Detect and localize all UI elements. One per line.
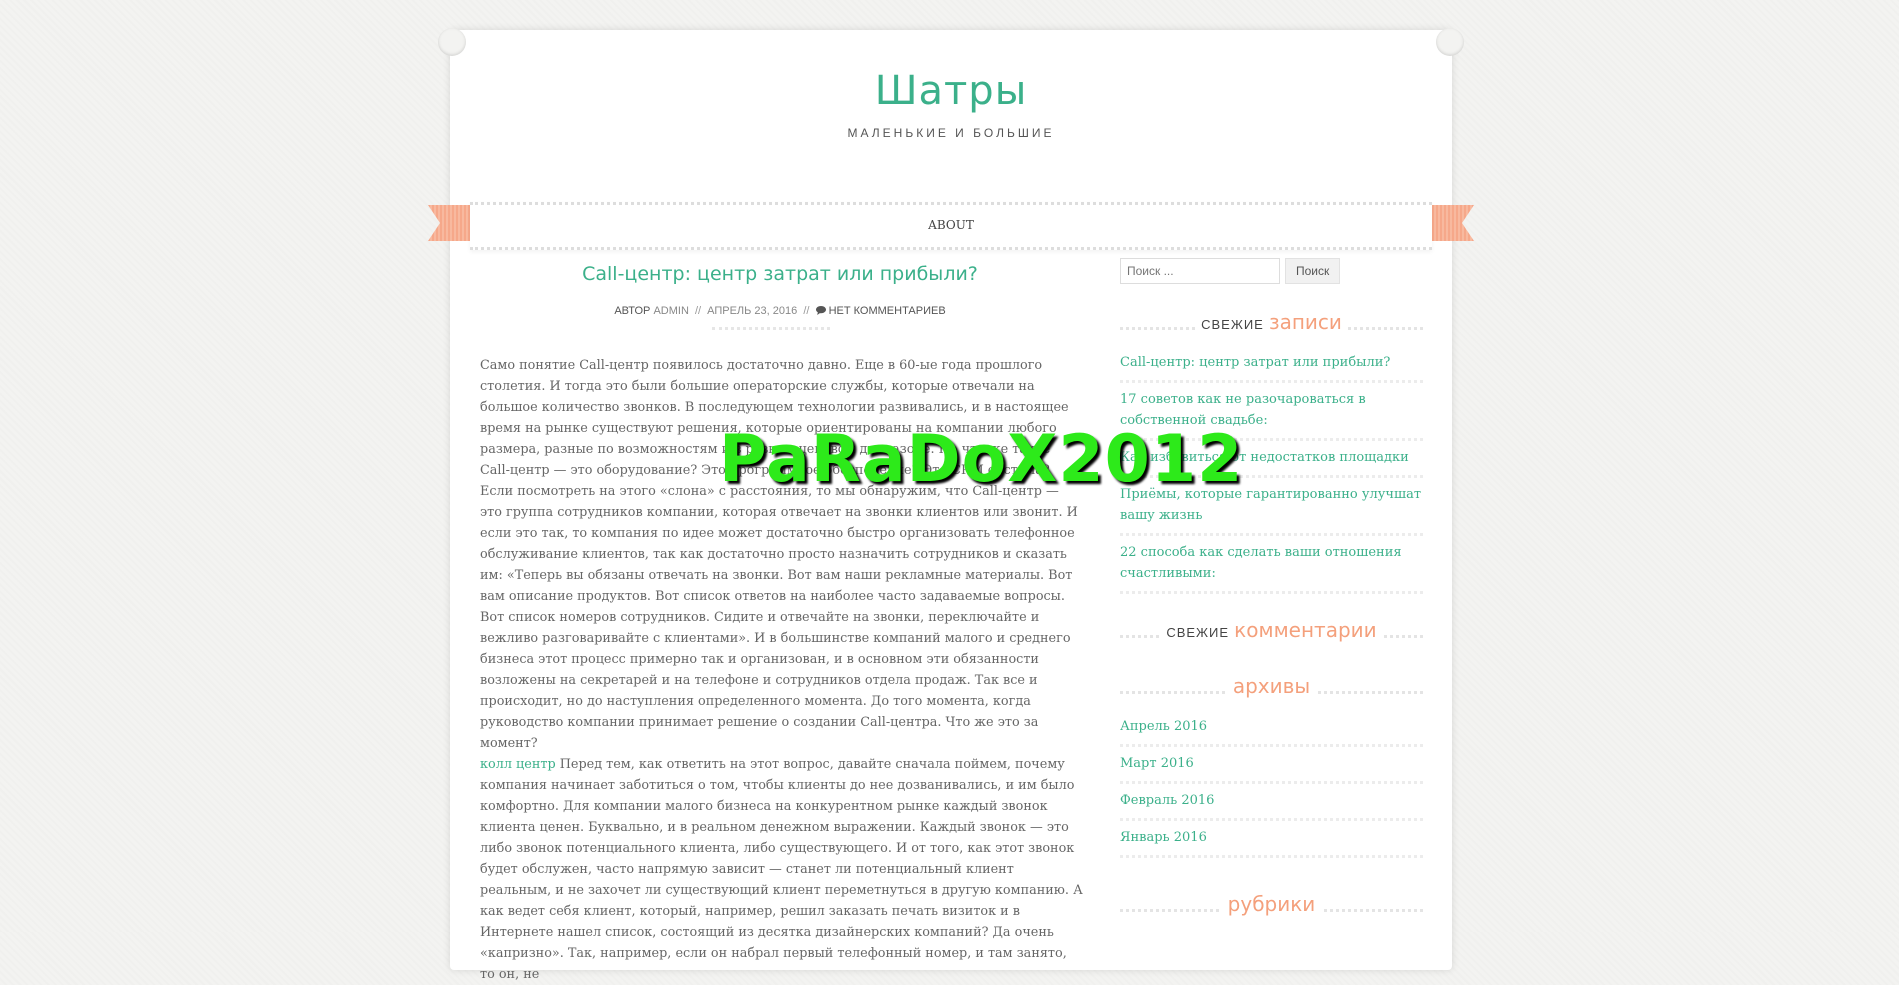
archive-item[interactable]: Февраль 2016 [1120,784,1423,821]
page-corner-left [438,28,466,56]
search-form: Поиск [1120,258,1423,284]
recent-post-item[interactable]: Call-центр: центр затрат или прибыли? [1120,346,1423,383]
post-date-link[interactable]: АПРЕЛЬ 23, 2016 [707,305,797,317]
recent-posts-title: СВЕЖИЕ записи [1120,310,1423,340]
nav-item-about[interactable]: About [470,218,1432,232]
author-prefix: АВТОР [614,305,651,317]
post-paragraph: Само понятие Call-центр появилось достат… [480,358,1078,751]
post-paragraph: колл центр Перед тем, как ответить на эт… [480,754,1084,985]
post-meta: АВТОР ADMIN // АПРЕЛЬ 23, 2016 // НЕТ КО… [480,305,1080,317]
archive-item[interactable]: Апрель 2016 [1120,710,1423,747]
call-center-link[interactable]: колл центр [480,757,556,772]
site-description: МАЛЕНЬКИЕ И БОЛЬШИЕ [847,126,1055,140]
archives-title-wrap: архивы [1226,674,1317,698]
categories-title: рубрики [1120,892,1423,922]
categories-title-big: рубрики [1227,892,1316,916]
recent-comments-title-big: комментарии [1234,618,1377,642]
archives-list: Апрель 2016 Март 2016 Февраль 2016 Январ… [1120,710,1423,858]
page-corner-right [1436,28,1464,56]
search-button[interactable]: Поиск [1285,258,1341,284]
comments-link[interactable]: НЕТ КОММЕНТАРИЕВ [829,305,946,317]
meta-separator: // [694,305,702,317]
archive-item[interactable]: Март 2016 [1120,747,1423,784]
recent-comments-title-small: СВЕЖИЕ [1166,625,1230,640]
main-navigation: About [426,176,1476,250]
recent-posts-title-wrap: СВЕЖИЕ записи [1195,310,1348,334]
nav-bar: About [470,202,1432,250]
archive-item[interactable]: Январь 2016 [1120,821,1423,858]
post-paragraph-text: Перед тем, как ответить на этот вопрос, … [480,757,1083,982]
search-input[interactable] [1120,258,1280,284]
author-link[interactable]: ADMIN [653,305,688,317]
meta-divider [712,327,830,330]
sidebar: Поиск СВЕЖИЕ записи Call-центр: центр за… [1120,258,1423,922]
ribbon-left [428,205,470,241]
meta-separator: // [803,305,810,317]
ribbon-right [1432,205,1474,241]
page-container: Шатры МАЛЕНЬКИЕ И БОЛЬШИЕ About Call-цен… [428,28,1452,982]
recent-post-item[interactable]: 22 способа как сделать ваши отношения сч… [1120,536,1423,594]
archives-title-big: архивы [1232,674,1311,698]
recent-posts-title-big: записи [1268,310,1342,334]
recent-posts-title-small: СВЕЖИЕ [1201,317,1264,332]
categories-title-wrap: рубрики [1221,892,1322,916]
comment-icon [815,305,829,317]
recent-comments-title-wrap: СВЕЖИЕ комментарии [1160,618,1383,642]
watermark-text: PaRaDoX2012 [719,422,1244,497]
post-title[interactable]: Call-центр: центр затрат или прибыли? [480,263,1080,285]
recent-comments-title: СВЕЖИЕ комментарии [1120,618,1423,648]
site-title[interactable]: Шатры [450,68,1452,114]
archives-title: архивы [1120,674,1423,704]
